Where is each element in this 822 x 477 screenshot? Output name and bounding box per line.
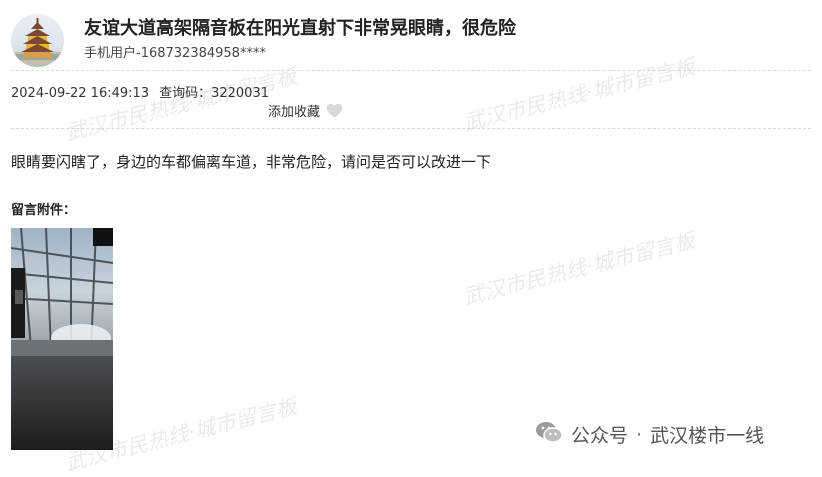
query-code-label: 查询码：: [159, 86, 212, 101]
channel-name: 武汉楼市一线: [650, 425, 765, 447]
add-favorite-button[interactable]: 添加收藏: [268, 101, 343, 120]
query-code: 3220031: [211, 86, 269, 101]
heart-icon: [326, 103, 343, 118]
post-content: 眼睛要闪瞎了，身边的车都偏离车道，非常危险，请问是否可以改进一下: [11, 153, 492, 171]
divider: [11, 128, 811, 129]
post-meta: 2024-09-22 16:49:13 查询码：3220031: [11, 82, 269, 101]
watermark-text: 武汉市民热线·城市留言板: [62, 64, 300, 146]
attachment-label: 留言附件：: [11, 203, 77, 218]
branding-separator: ·: [636, 423, 643, 446]
channel-branding: 公众号 · 武汉楼市一线: [535, 420, 764, 449]
wechat-icon: [535, 420, 563, 449]
author-name: 手机用户-168732384958****: [84, 46, 266, 61]
watermark-text: 武汉市民热线·城市留言板: [460, 228, 698, 310]
favorite-label: 添加收藏: [268, 105, 321, 120]
attachment-photo[interactable]: [11, 228, 113, 450]
watermark-text: 武汉市民热线·城市留言板: [460, 54, 698, 136]
avatar: [11, 14, 64, 67]
channel-type: 公众号: [571, 425, 629, 447]
divider: [11, 70, 811, 71]
post-datetime: 2024-09-22 16:49:13: [11, 86, 150, 101]
post-title: 友谊大道高架隔音板在阳光直射下非常晃眼睛，很危险: [84, 18, 516, 39]
